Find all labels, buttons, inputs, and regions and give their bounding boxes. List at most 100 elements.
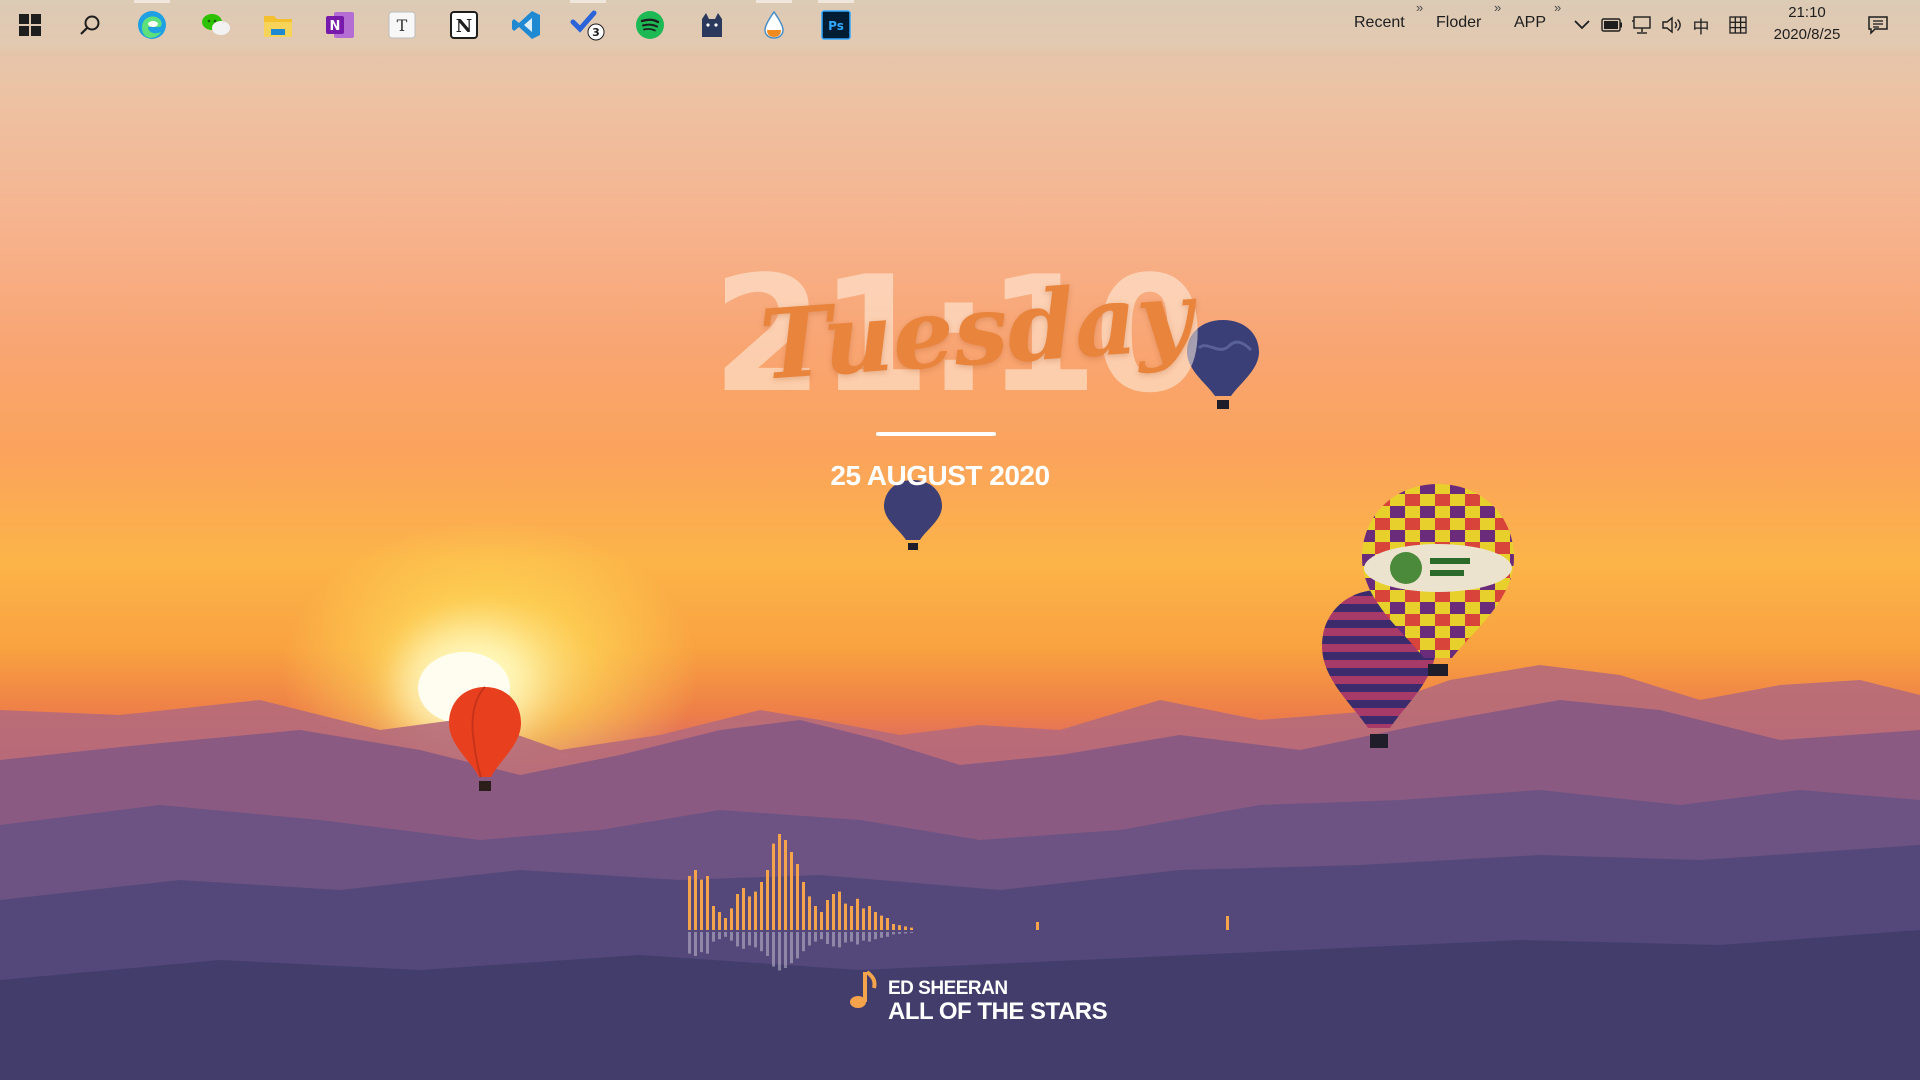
spectrum-bar	[700, 879, 703, 930]
spectrum-bar	[754, 891, 757, 930]
action-center-button[interactable]	[1866, 13, 1890, 37]
spectrum-reflection	[766, 932, 769, 956]
spectrum-reflection	[832, 932, 835, 947]
spectrum-reflection	[748, 932, 751, 946]
spectrum-reflection	[736, 932, 739, 947]
network-icon	[1632, 16, 1651, 34]
spectrum-bar	[742, 888, 745, 930]
spectrum-reflection	[760, 932, 763, 952]
spectrum-bar	[868, 906, 871, 930]
taskbar-cat-app[interactable]	[694, 7, 730, 43]
red-balloon	[449, 686, 521, 791]
speaker-icon	[1662, 16, 1681, 34]
spectrum-reflection	[724, 932, 727, 937]
toolbar-app[interactable]: APP	[1514, 14, 1546, 32]
spectrum-reflection	[874, 932, 877, 940]
spectrum-bar	[820, 912, 823, 930]
spectrum-reflection	[772, 932, 775, 967]
spectrum-reflection	[868, 932, 871, 942]
todo-icon: 3	[570, 10, 605, 41]
widget-divider	[876, 432, 996, 436]
spectrum-bar	[838, 891, 841, 930]
spectrum-bar	[790, 852, 793, 930]
music-note-icon	[850, 970, 877, 1008]
spectrum-bar	[898, 925, 901, 930]
photoshop-icon: Ps	[821, 10, 851, 40]
spectrum-bar	[766, 870, 769, 930]
tray-volume[interactable]	[1660, 13, 1684, 37]
wechat-icon	[202, 14, 230, 35]
tray-clock-time[interactable]: 21:10	[1752, 4, 1862, 21]
taskbar-photoshop[interactable]: Ps	[818, 0, 854, 43]
spectrum-bar	[880, 915, 883, 930]
spectrum-bar	[826, 900, 829, 930]
spectrum-bar	[802, 882, 805, 930]
cat-app-icon	[702, 13, 722, 37]
tray-network[interactable]	[1630, 13, 1654, 37]
audio-visualizer	[688, 834, 1229, 971]
spectrum-reflection	[892, 932, 895, 935]
taskbar-vscode[interactable]	[508, 7, 544, 43]
tray-clock-date[interactable]: 2020/8/25	[1752, 26, 1862, 43]
spectrum-reflection	[850, 932, 853, 942]
spectrum-bar	[784, 840, 787, 930]
toolbar-floder-chevron-icon[interactable]: »	[1494, 0, 1501, 15]
spectrum-reflection	[712, 932, 715, 942]
spectrum-reflection	[802, 932, 805, 952]
vscode-icon	[512, 11, 540, 39]
taskbar-file-explorer[interactable]	[260, 7, 296, 43]
taskbar-edge[interactable]	[134, 0, 170, 43]
spectrum-bar	[736, 894, 739, 930]
drop-app-icon	[764, 10, 784, 39]
typora-icon: T	[388, 11, 416, 39]
spectrum-reflection	[826, 932, 829, 944]
taskbar: N T N 3 Ps Recent » Floder » APP » 中 21:…	[0, 0, 1920, 50]
spectrum-reflection	[886, 932, 889, 937]
taskbar-typora[interactable]: T	[384, 7, 420, 43]
spectrum-bar	[910, 927, 913, 930]
search-button[interactable]	[72, 7, 108, 43]
taskbar-wechat[interactable]	[198, 7, 234, 43]
taskbar-notion[interactable]: N	[446, 7, 482, 43]
spectrum-reflection	[904, 932, 907, 934]
spectrum-reflection	[730, 932, 733, 941]
spectrum-reflection	[844, 932, 847, 943]
spectrum-bar	[712, 906, 715, 930]
toolbar-floder[interactable]: Floder	[1436, 14, 1481, 32]
spectrum-reflection	[796, 932, 799, 959]
toolbar-recent-chevron-icon[interactable]: »	[1416, 0, 1423, 15]
spectrum-reflection	[790, 932, 793, 964]
spectrum-bar	[1226, 916, 1229, 930]
spectrum-bar	[724, 918, 727, 930]
taskbar-drop-app[interactable]	[756, 0, 792, 43]
tray-ime-layout[interactable]	[1726, 13, 1750, 37]
spectrum-reflection	[910, 932, 913, 933]
spectrum-bar	[856, 898, 859, 930]
taskbar-onenote[interactable]: N	[322, 7, 358, 43]
tray-ime-mode[interactable]: 中	[1689, 13, 1713, 37]
spectrum-bar	[748, 896, 751, 930]
spectrum-bar	[886, 918, 889, 930]
spectrum-bar	[718, 912, 721, 930]
spectrum-reflection	[808, 932, 811, 946]
taskbar-todo[interactable]: 3	[570, 0, 606, 43]
svg-text:N: N	[456, 16, 472, 37]
start-button[interactable]	[12, 7, 48, 43]
spectrum-reflection	[880, 932, 883, 938]
toolbar-recent[interactable]: Recent	[1354, 14, 1405, 32]
spectrum-bar	[778, 834, 781, 930]
spectrum-reflection	[718, 932, 721, 940]
svg-text:T: T	[397, 16, 408, 35]
spectrum-reflection	[784, 932, 787, 968]
spectrum-reflection	[700, 932, 703, 953]
battery-icon	[1601, 18, 1622, 32]
desktop: 21:10 Tuesday 25 AUGUST 2020 ED SHEERAN …	[0, 0, 1920, 1080]
taskbar-spotify[interactable]	[632, 7, 668, 43]
spectrum-bar	[874, 912, 877, 930]
spectrum-bar	[808, 896, 811, 930]
toolbar-app-chevron-icon[interactable]: »	[1554, 0, 1561, 15]
show-hidden-icons-button[interactable]	[1570, 13, 1594, 37]
search-icon	[80, 15, 100, 35]
tray-battery[interactable]	[1600, 13, 1624, 37]
spectrum-reflection	[838, 932, 841, 948]
